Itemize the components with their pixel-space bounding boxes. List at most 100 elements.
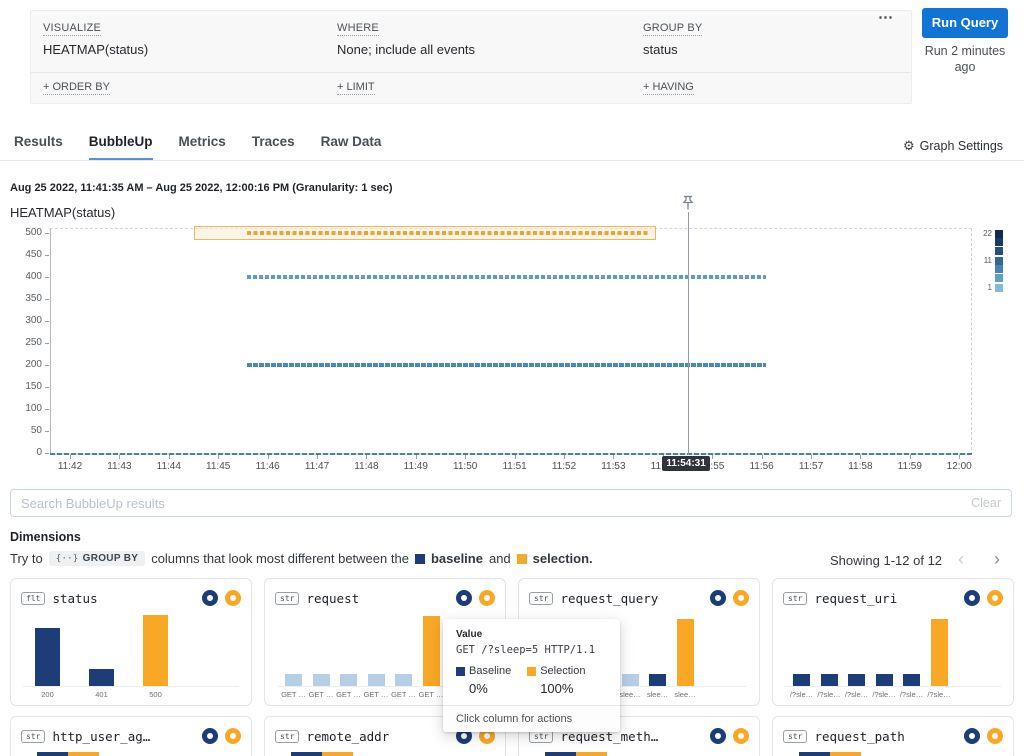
selection-toggle-icon[interactable] [225,590,241,606]
bar-column[interactable] [622,674,639,686]
count-legend-swatch [995,265,1003,273]
selection-toggle-icon[interactable] [479,590,495,606]
add-having-link[interactable]: + HAVING [643,81,899,93]
bar-column[interactable] [37,752,68,756]
tooltip-body: Value GET /?sleep=5 HTTP/1.1 Baseline 0%… [443,619,620,705]
baseline-toggle-icon[interactable] [456,590,472,606]
bar-column[interactable] [649,674,666,686]
tooltip-selection-swatch-icon [527,667,536,676]
bar-column[interactable] [291,752,322,756]
tab-bar: Results BubbleUp Metrics Traces Raw Data [14,134,381,161]
tab-results[interactable]: Results [14,134,63,161]
run-query-button[interactable]: Run Query [922,8,1008,38]
tab-traces[interactable]: Traces [252,134,295,161]
more-menu-icon[interactable]: ⋯ [878,8,895,26]
selection-toggle-icon[interactable] [225,728,241,744]
bar-column[interactable] [821,674,838,686]
count-legend-swatch [995,230,1003,238]
bar-column[interactable] [68,752,99,756]
bar-column[interactable] [322,752,353,756]
bar-column[interactable] [285,674,302,686]
x-axis-label: 11:51 [493,461,537,472]
type-badge: str [783,730,807,743]
bar-column[interactable] [395,674,412,686]
where-clause[interactable]: WHERE None; include all events [337,22,643,72]
group-by-badge[interactable]: {··} GROUP BY [49,551,145,566]
group-by-clause[interactable]: GROUP BY status [643,22,899,72]
y-axis-tick [45,255,49,256]
run-status-text: Run 2 minutes ago [916,44,1014,75]
tab-bubbleup[interactable]: BubbleUp [89,134,153,161]
tab-raw-data[interactable]: Raw Data [321,134,382,161]
bar-column[interactable] [143,615,168,686]
bar-column[interactable] [793,674,810,686]
hint-prefix: Try to [10,551,43,566]
dimension-card-request_path[interactable]: strrequest_path [772,716,1014,756]
selection-toggle-icon[interactable] [987,590,1003,606]
visualize-clause[interactable]: VISUALIZE HEATMAP(status) [43,22,337,72]
heatmap-selection-box[interactable] [194,226,657,240]
showing-count: Showing 1-12 of 12 [830,553,942,568]
selection-toggle-icon[interactable] [987,728,1003,744]
count-legend-swatch [995,247,1003,255]
card-header: strrequest_query [529,587,749,609]
bar-column[interactable] [876,674,893,686]
x-axis-tick [515,455,516,459]
graph-settings-button[interactable]: ⚙ Graph Settings [903,138,1003,154]
baseline-word: baseline [431,551,483,566]
bar-column[interactable] [545,752,576,756]
bar-column[interactable] [799,752,830,756]
query-builder-panel: VISUALIZE HEATMAP(status) WHERE None; in… [30,10,912,104]
dimension-card-http_user_ag[interactable]: strhttp_user_ag… [10,716,252,756]
bar-column[interactable] [576,752,607,756]
clear-search-button[interactable]: Clear [971,496,1001,510]
add-limit-link[interactable]: + LIMIT [337,81,643,93]
search-input[interactable] [21,496,971,511]
graph-settings-label: Graph Settings [920,139,1003,153]
y-axis-tick [45,365,49,366]
prev-page-chevron-icon[interactable]: ‹ [950,549,972,571]
bar-column[interactable] [931,619,948,686]
baseline-toggle-icon[interactable] [964,590,980,606]
group-by-icon: {··} [56,554,79,564]
y-axis-label: 200 [0,359,42,370]
bar-column[interactable] [89,669,114,686]
dimension-card-request_uri[interactable]: strrequest_uri/?sle…/?sle…/?sle…/?sle…/?… [772,578,1014,706]
baseline-toggle-icon[interactable] [964,728,980,744]
crosshair-line[interactable] [688,212,689,455]
y-axis-tick [45,299,49,300]
bar-column[interactable] [830,752,861,756]
x-axis-tick [663,455,664,459]
x-axis-tick [465,455,466,459]
type-badge: flt [21,592,45,605]
count-legend-swatch [995,257,1003,265]
query-clause-row: VISUALIZE HEATMAP(status) WHERE None; in… [31,11,911,72]
baseline-toggle-icon[interactable] [710,728,726,744]
bar-column[interactable] [677,619,694,686]
add-order-by-link[interactable]: + ORDER BY [43,81,337,93]
baseline-toggle-icon[interactable] [710,590,726,606]
bar-column[interactable] [368,674,385,686]
selection-toggle-icon[interactable] [733,590,749,606]
baseline-toggle-icon[interactable] [202,590,218,606]
pin-icon[interactable] [681,195,695,216]
bar-column[interactable] [35,628,60,686]
tab-metrics[interactable]: Metrics [179,134,226,161]
selection-toggle-icon[interactable] [733,728,749,744]
type-badge: str [529,592,553,605]
card-header: strhttp_user_ag… [21,725,241,747]
bar-column[interactable] [848,674,865,686]
next-page-chevron-icon[interactable]: › [986,549,1008,571]
dimension-card-status[interactable]: fltstatus200401500 [10,578,252,706]
bar-column[interactable] [423,616,440,686]
bar-column[interactable] [313,674,330,686]
bar-column[interactable] [340,674,357,686]
selection-swatch-icon [517,554,527,564]
tooltip-baseline-pct: 0% [456,681,511,696]
bar-label: GET … [335,690,363,699]
bar-column[interactable] [903,674,920,686]
heatmap-plot[interactable] [50,228,972,455]
count-legend-swatch [995,238,1003,246]
bar-label: /?sle… [925,690,953,699]
baseline-toggle-icon[interactable] [202,728,218,744]
